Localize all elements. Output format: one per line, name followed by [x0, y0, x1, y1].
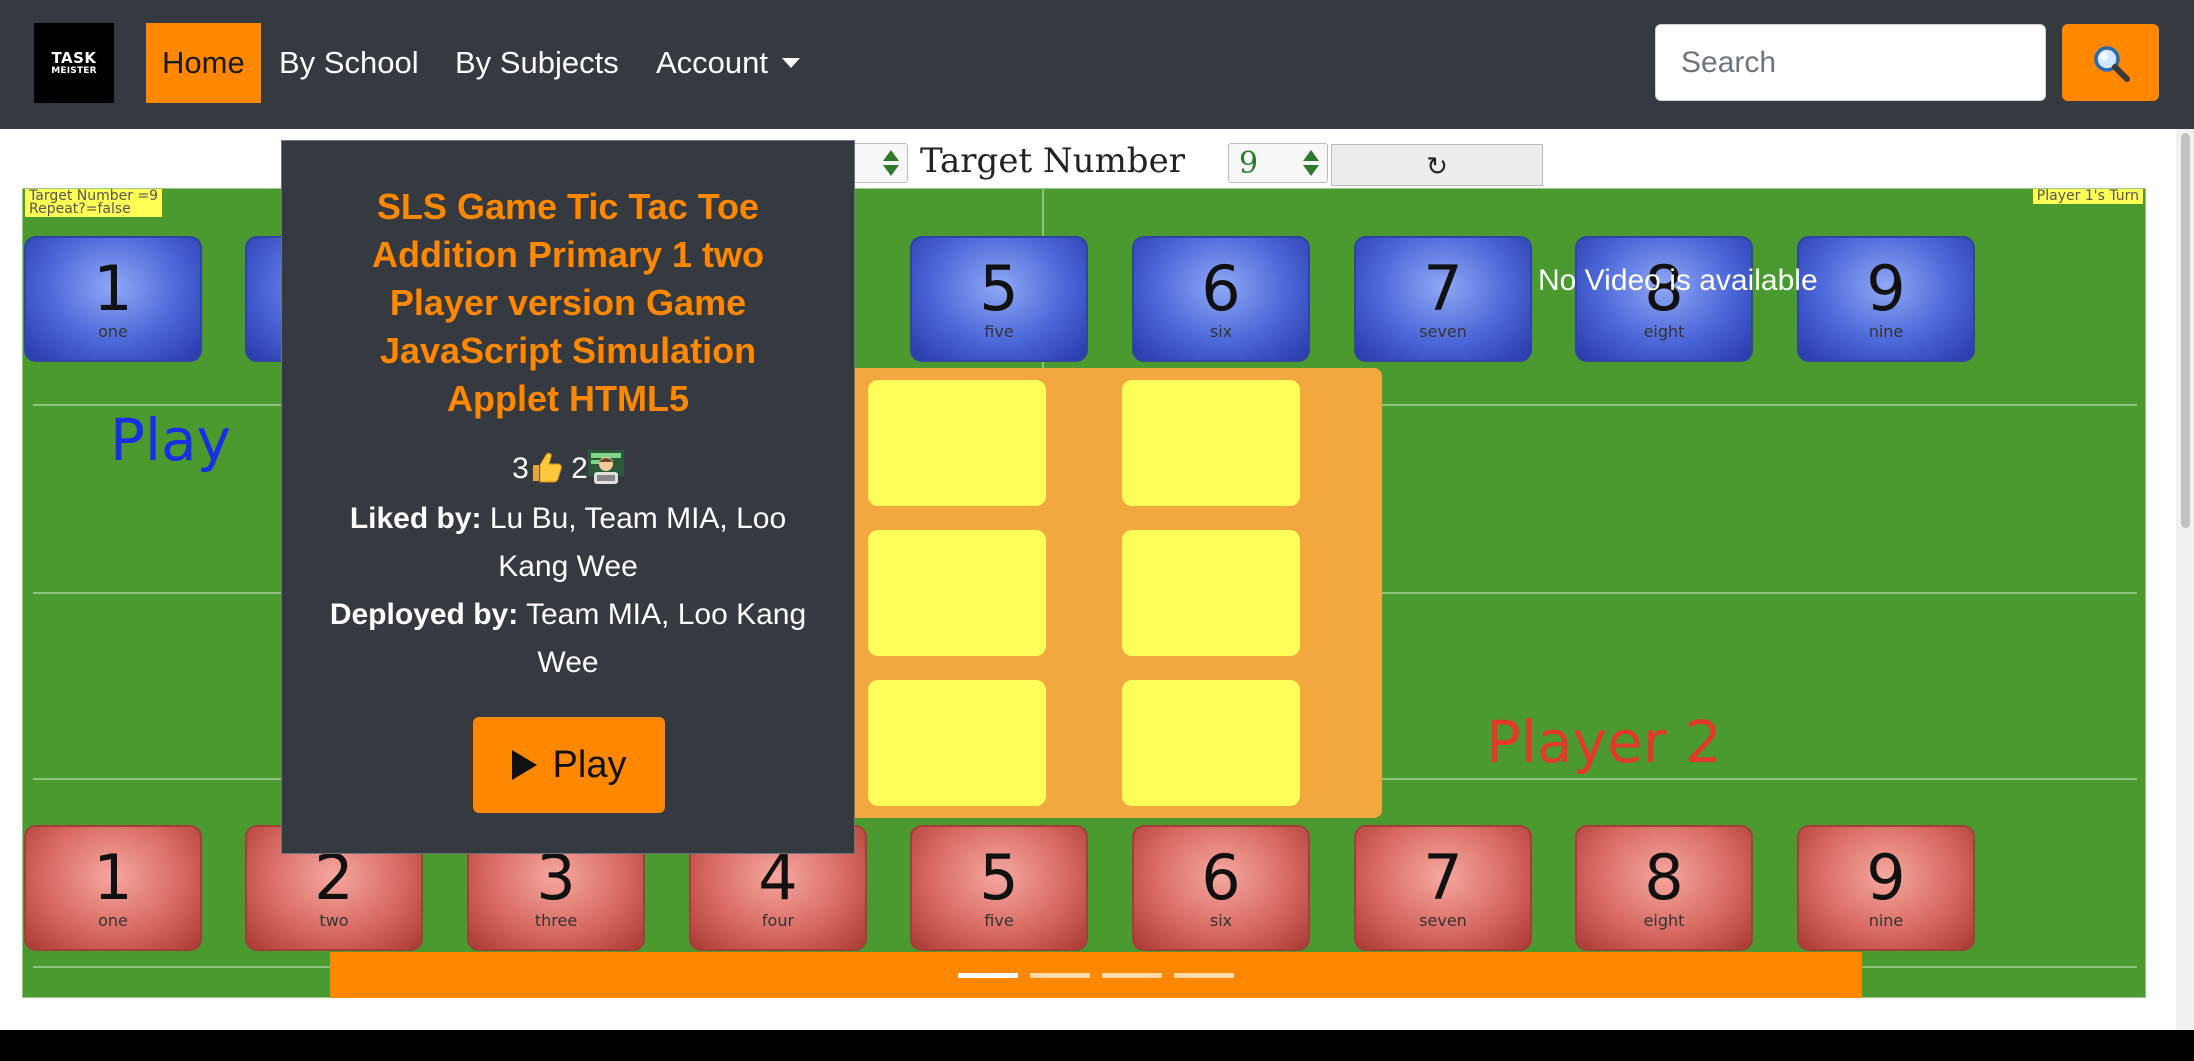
blue-tile-5[interactable]: 5 five: [910, 236, 1088, 362]
game-stats: 3 2: [282, 449, 854, 489]
tile-number: 5: [979, 252, 1019, 325]
deployed-by-line: Deployed by: Team MIA, Loo Kang Wee: [322, 591, 814, 687]
blue-tile-8[interactable]: 8 eight: [1575, 236, 1753, 362]
search-icon: [2093, 45, 2130, 82]
tile-word: five: [984, 911, 1014, 930]
game-title: SLS Game Tic Tac Toe Addition Primary 1 …: [371, 186, 765, 419]
logo-text-line1: TASK: [51, 48, 97, 67]
nav-by-school[interactable]: By School: [279, 23, 419, 103]
tile-word: seven: [1419, 911, 1467, 930]
play-button-label: Play: [552, 743, 627, 786]
red-tile-1[interactable]: 1 one: [24, 825, 202, 951]
tile-number: 7: [1423, 841, 1463, 914]
play-icon: [511, 750, 537, 780]
spin-up-icon[interactable]: [883, 150, 899, 161]
liked-by-line: Liked by: Lu Bu, Team MIA, Loo Kang Wee: [322, 495, 814, 591]
play-button[interactable]: Play: [473, 717, 665, 813]
thumbs-up-icon: [532, 452, 562, 483]
red-tile-6[interactable]: 6 six: [1132, 825, 1310, 951]
tile-number: 8: [1644, 841, 1684, 914]
tile-number: 5: [979, 841, 1019, 914]
board-cell[interactable]: [1122, 530, 1300, 656]
tile-word: five: [984, 322, 1014, 341]
red-tile-7[interactable]: 7 seven: [1354, 825, 1532, 951]
tile-word: six: [1209, 322, 1233, 341]
deploy-count: 2: [571, 452, 588, 485]
tile-word: eight: [1643, 911, 1685, 930]
target-number-stepper[interactable]: 9: [1228, 143, 1328, 183]
tile-word: two: [319, 911, 349, 930]
deployed-by-label: Deployed by:: [329, 598, 519, 631]
game-info-card: SLS Game Tic Tac Toe Addition Primary 1 …: [281, 140, 855, 854]
turn-indicator: Player 1's Turn: [2032, 189, 2143, 204]
tile-number: 6: [1201, 841, 1241, 914]
player2-label: Player 2: [1486, 708, 1722, 776]
tile-number: 1: [93, 252, 133, 325]
tile-number: 1: [93, 841, 133, 914]
board-cell[interactable]: [1122, 380, 1300, 506]
tic-tac-toe-board: [820, 368, 1382, 818]
nav-account-dropdown[interactable]: Account: [656, 23, 801, 103]
deployed-by-names: Team MIA, Loo Kang Wee: [526, 598, 807, 679]
board-cell[interactable]: [868, 530, 1046, 656]
blue-tile-1[interactable]: 1 one: [24, 236, 202, 362]
tile-number: 6: [1201, 252, 1241, 325]
chevron-down-icon: [782, 57, 801, 68]
tile-number: 9: [1866, 252, 1906, 325]
scrollbar-thumb[interactable]: [2181, 133, 2190, 528]
tile-word: one: [98, 322, 128, 341]
reset-button[interactable]: ↻: [1331, 144, 1543, 186]
red-tile-9[interactable]: 9 nine: [1797, 825, 1975, 951]
carousel-indicator-1[interactable]: [958, 973, 1018, 978]
tile-word: seven: [1419, 322, 1467, 341]
carousel-indicator-4[interactable]: [1174, 973, 1234, 978]
liked-by-names: Lu Bu, Team MIA, Loo Kang Wee: [489, 502, 787, 583]
search-input[interactable]: [1655, 24, 2046, 101]
tile-word: one: [98, 911, 128, 930]
tile-word: four: [761, 911, 795, 930]
carousel-caption-bar: [330, 952, 1862, 998]
no-video-message: No Video is available: [1538, 264, 1818, 297]
board-cell[interactable]: [868, 680, 1046, 806]
like-count: 3: [512, 452, 529, 485]
info-repeat-text: Repeat?=false: [29, 201, 131, 217]
search-button[interactable]: [2062, 24, 2159, 101]
blue-tile-7[interactable]: 7 seven: [1354, 236, 1532, 362]
taskmeister-logo[interactable]: TASK MEISTER: [34, 23, 114, 103]
board-cell[interactable]: [1122, 680, 1300, 806]
spin-down-icon[interactable]: [1303, 165, 1319, 176]
nav-account-label: Account: [656, 45, 769, 80]
target-number-label: Target Number: [920, 141, 1185, 181]
carousel-indicator-2[interactable]: [1030, 973, 1090, 978]
spin-down-icon[interactable]: [883, 165, 899, 176]
bottom-black-strip: [0, 1030, 2194, 1061]
technologist-icon: [587, 450, 624, 484]
tile-word: eight: [1643, 322, 1685, 341]
tile-number: 7: [1423, 252, 1463, 325]
target-number-value: 9: [1239, 146, 1259, 181]
spin-up-icon[interactable]: [1303, 150, 1319, 161]
red-tile-5[interactable]: 5 five: [910, 825, 1088, 951]
reset-icon: ↻: [1426, 151, 1448, 181]
carousel-indicator-3[interactable]: [1102, 973, 1162, 978]
tile-word: three: [534, 911, 578, 930]
logo-text-line2: MEISTER: [51, 65, 97, 76]
tile-word: nine: [1868, 911, 1904, 930]
top-navbar: TASK MEISTER Home By School By Subjects …: [0, 0, 2194, 129]
nav-home[interactable]: Home: [146, 23, 261, 103]
tile-word: six: [1209, 911, 1233, 930]
board-cell[interactable]: [868, 380, 1046, 506]
blue-tile-6[interactable]: 6 six: [1132, 236, 1310, 362]
liked-by-label: Liked by:: [349, 502, 482, 535]
tile-word: nine: [1868, 322, 1904, 341]
nav-by-subjects[interactable]: By Subjects: [455, 23, 619, 103]
red-tile-8[interactable]: 8 eight: [1575, 825, 1753, 951]
player1-label: Play: [110, 406, 231, 474]
tile-number: 9: [1866, 841, 1906, 914]
target-info-box: Target Number =9 Repeat?=false: [25, 189, 163, 217]
blue-tile-9[interactable]: 9 nine: [1797, 236, 1975, 362]
